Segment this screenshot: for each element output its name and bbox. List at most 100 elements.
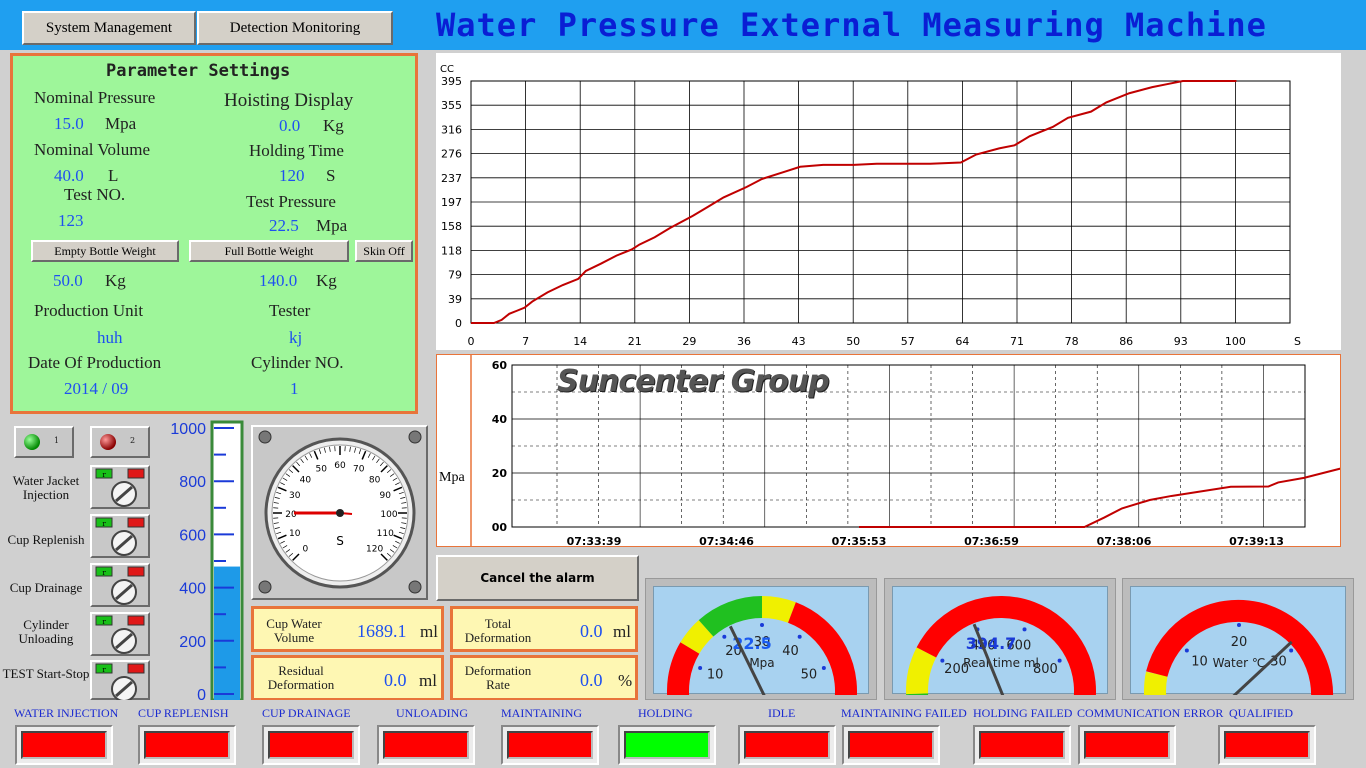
cylinder-unloading-switch[interactable]: r: [90, 612, 150, 656]
status-label: CUP REPLENISH: [138, 706, 229, 720]
cancel-alarm-button[interactable]: Cancel the alarm: [436, 555, 639, 601]
volume-chart-x-tick: 14: [573, 335, 587, 348]
date-of-production-label: Date Of Production: [28, 353, 162, 372]
gauge-tick-dot: [1184, 648, 1189, 653]
menu-detection-monitoring[interactable]: Detection Monitoring: [197, 11, 393, 45]
test-no-value[interactable]: 123: [58, 211, 84, 231]
switch-off-indicator: [127, 468, 145, 479]
switch-off-indicator: [127, 517, 145, 528]
cup-water-volume-value: 1689.1: [357, 621, 407, 641]
cup-replenish-switch[interactable]: r: [90, 514, 150, 558]
skin-off-button[interactable]: Skin Off: [355, 240, 413, 262]
temperature-gauge: 010203040Water ℃: [1144, 599, 1334, 715]
gauge-tick-dot: [722, 634, 727, 639]
status-led: [1224, 731, 1310, 759]
gauge-tick-dot: [821, 665, 826, 670]
rotary-switch-icon: r: [95, 468, 145, 507]
test-no-label: Test NO.: [64, 185, 126, 204]
test-pressure-value[interactable]: 22.5: [269, 216, 299, 236]
volume-chart-y-tick: 197: [441, 196, 462, 209]
volume-chart-x-tick: 21: [628, 335, 642, 348]
production-unit-value[interactable]: huh: [97, 328, 123, 348]
gauge-color-band: [787, 602, 857, 715]
menu-system-management[interactable]: System Management: [22, 11, 196, 45]
status-led: [624, 731, 710, 759]
status-label: MAINTAINING FAILED: [841, 706, 967, 720]
tank-tick-label: 200: [179, 634, 206, 651]
gauge-unit: Mpa: [749, 656, 774, 670]
total-deformation-readout: Total Deformation 0.0 ml: [450, 606, 638, 652]
status-label: HOLDING: [638, 706, 693, 720]
nominal-volume-label: Nominal Volume: [34, 140, 151, 159]
tester-value[interactable]: kj: [289, 328, 302, 348]
dial-tick-label: 30: [289, 491, 301, 501]
tank-tick-label: 1000: [170, 421, 206, 438]
volume-chart-y-tick: 276: [441, 148, 462, 161]
rotary-switch-icon: r: [95, 517, 145, 556]
test-start-stop-switch[interactable]: r: [90, 660, 150, 702]
gauge-color-band: [1144, 671, 1168, 698]
volume-chart-x-tick: 86: [1119, 335, 1133, 348]
status-led: [848, 731, 934, 759]
full-bottle-weight-button[interactable]: Full Bottle Weight: [189, 240, 349, 262]
indicator-2[interactable]: 2: [90, 426, 150, 458]
cup-water-volume-label: Cup Water Volume: [266, 616, 322, 645]
volume-chart-x-tick: 100: [1225, 335, 1246, 348]
volume-chart: 0 7 14 21 29 36 43 50 57 64 71 78 86 93 100 0 39 79 118 158…: [440, 64, 1301, 348]
status-indicator: [262, 725, 360, 765]
volume-gauge-panel: 02004006008001000394.7Real time ml: [884, 578, 1116, 715]
cup-water-volume-readout: Cup Water Volume 1689.1 ml: [251, 606, 444, 652]
status-indicator: [1078, 725, 1176, 765]
dial-tick-label: 50: [316, 465, 328, 475]
indicator-1[interactable]: 1: [14, 426, 74, 458]
gauge-value: 394.7: [966, 634, 1017, 653]
gauge-tick-dot: [1057, 658, 1062, 663]
cup-water-volume-unit: ml: [420, 622, 438, 641]
dial-tick-label: 10: [289, 529, 301, 539]
gauge-color-band: [906, 647, 937, 695]
dial-tick-label: 120: [366, 545, 383, 555]
gauge-tick-dot: [698, 665, 703, 670]
cup-drainage-label: Cup Drainage: [9, 580, 83, 595]
pressure-gauge-panel: 010203040506022.5Mpa: [645, 578, 877, 715]
pressure-chart-y-tick: 60: [492, 359, 508, 372]
screw-icon: [258, 430, 272, 444]
residual-deformation-value: 0.0: [384, 670, 407, 690]
nominal-volume-value[interactable]: 40.0: [54, 166, 84, 186]
tester-label: Tester: [269, 301, 311, 320]
status-led: [383, 731, 469, 759]
cylinder-no-value[interactable]: 1: [290, 379, 299, 399]
status-label: UNLOADING: [396, 706, 468, 720]
dial-tick-label: 80: [369, 475, 381, 485]
date-of-production-value[interactable]: 2014 / 09: [64, 379, 128, 399]
volume-chart-y-tick: 118: [441, 244, 462, 257]
dial-tick-label: 40: [300, 475, 312, 485]
empty-bottle-value: 50.0: [53, 271, 83, 290]
status-label: IDLE: [768, 706, 796, 720]
volume-chart-y-tick: 0: [455, 317, 462, 330]
parameter-settings-panel: Parameter Settings Nominal Pressure 15.0…: [10, 53, 418, 414]
tank-tick-label: 600: [179, 527, 206, 544]
gauge-color-band: [667, 642, 700, 715]
pressure-chart-x-tick: 07:39:13: [1229, 535, 1284, 546]
nominal-pressure-label: Nominal Pressure: [34, 88, 156, 107]
switch-off-indicator: [127, 663, 145, 674]
watermark-logo: Suncenter Group: [557, 364, 830, 399]
status-led: [744, 731, 830, 759]
gauge-tick-dot: [1022, 627, 1027, 632]
hoisting-display-value: 0.0: [279, 116, 301, 135]
cylinder-no-label: Cylinder NO.: [251, 353, 344, 372]
nominal-pressure-value[interactable]: 15.0: [54, 114, 84, 134]
pressure-chart-x-tick: 07:38:06: [1097, 535, 1152, 546]
volume-chart-y-tick: 237: [441, 172, 462, 185]
status-indicator: [618, 725, 716, 765]
water-jacket-injection-switch[interactable]: r: [90, 465, 150, 509]
holding-time-value[interactable]: 120: [279, 166, 305, 186]
dial-tick-label: 110: [377, 529, 394, 539]
status-led: [21, 731, 107, 759]
tank-water-fill: [214, 566, 240, 700]
empty-bottle-weight-button[interactable]: Empty Bottle Weight: [31, 240, 179, 262]
cup-drainage-switch[interactable]: r: [90, 563, 150, 607]
full-bottle-unit: Kg: [316, 271, 337, 290]
tank-tick-label: 800: [179, 474, 206, 491]
